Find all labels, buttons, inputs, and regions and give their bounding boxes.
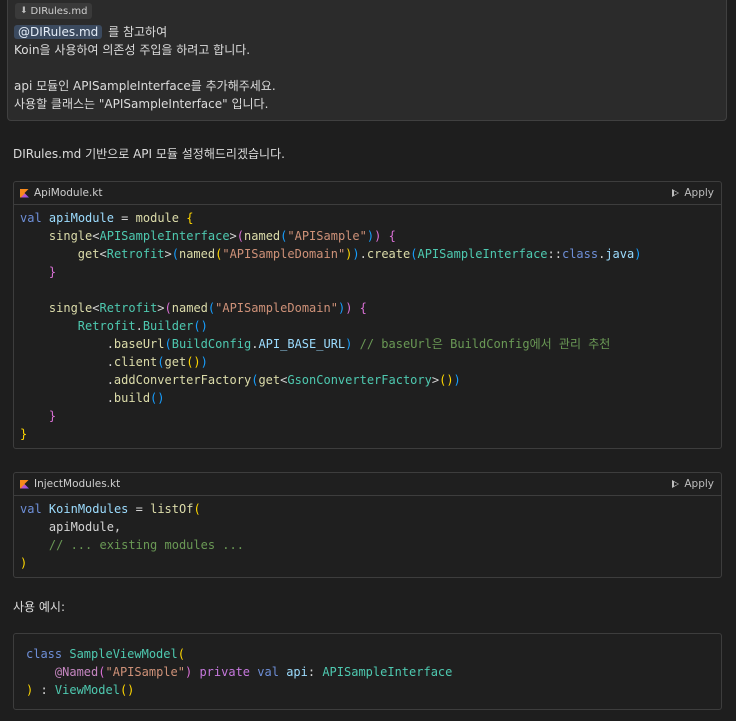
code-line: .build()	[20, 391, 165, 405]
code-line: single<APISampleInterface>(named("APISam…	[48, 229, 396, 243]
code-content: val apiModule = module { single<APISampl…	[14, 205, 721, 443]
code-block-filename: InjectModules.kt	[34, 478, 121, 490]
user-prompt-bubble: ⬇ DIRules.md @DIRules.md 를 참고하여 Koin을 사용…	[7, 0, 727, 121]
code-line: }	[20, 427, 28, 441]
response-intro: DIRules.md 기반으로 API 모듈 설정해드리겠습니다.	[13, 147, 285, 161]
context-file-name: DIRules.md	[30, 5, 88, 17]
code-line: Retrofit.Builder()	[77, 319, 208, 333]
code-content: class SampleViewModel( @Named("APISample…	[14, 634, 721, 699]
code-content: val KoinModules = listOf( apiModule, // …	[14, 496, 721, 572]
apply-button[interactable]: Apply	[672, 182, 714, 204]
code-line: val apiModule = module {	[20, 211, 194, 225]
code-line: )	[20, 556, 28, 570]
context-file-chip[interactable]: ⬇ DIRules.md	[15, 3, 93, 19]
prompt-line-3: api 모듈인 APISampleInterface를 추가해주세요.	[14, 79, 276, 93]
pin-icon: ⬇	[20, 6, 28, 16]
prompt-line-1-suffix: 를 참고하여	[108, 25, 168, 39]
code-line: .baseUrl(BuildConfig.API_BASE_URL) // ba…	[20, 337, 611, 351]
code-block-inject-modules: InjectModules.kt Apply val KoinModules =…	[13, 472, 722, 578]
code-block-filename: ApiModule.kt	[34, 187, 103, 199]
prompt-line-1: @DIRules.md 를 참고하여	[14, 23, 276, 41]
apply-button[interactable]: Apply	[672, 473, 714, 495]
code-line: }	[48, 265, 57, 279]
code-block-api-module: ApiModule.kt Apply val apiModule = modul…	[13, 181, 722, 449]
code-block-header: ApiModule.kt Apply	[14, 182, 721, 205]
usage-label: 사용 예시:	[13, 600, 66, 614]
kotlin-file-icon	[20, 188, 29, 198]
code-line: val KoinModules = listOf(	[20, 502, 201, 516]
play-icon	[672, 189, 680, 197]
code-line: .client(get())	[20, 355, 208, 369]
code-line: }	[48, 409, 57, 423]
apply-label: Apply	[684, 187, 714, 199]
kotlin-file-icon	[20, 479, 29, 489]
code-line: class SampleViewModel(	[26, 647, 185, 661]
prompt-text: @DIRules.md 를 참고하여 Koin을 사용하여 의존성 주입을 하려…	[14, 23, 276, 113]
code-line: single<Retrofit>(named("APISampleDomain"…	[48, 301, 367, 315]
apply-label: Apply	[684, 478, 714, 490]
play-icon	[672, 480, 680, 488]
code-line: get<Retrofit>(named("APISampleDomain")).…	[77, 247, 642, 261]
prompt-blank-line	[14, 59, 276, 77]
file-mention[interactable]: @DIRules.md	[14, 25, 103, 39]
code-line: ) : ViewModel()	[26, 683, 135, 697]
prompt-line-2: Koin을 사용하여 의존성 주입을 하려고 합니다.	[14, 43, 251, 57]
code-block-usage: class SampleViewModel( @Named("APISample…	[13, 633, 722, 710]
code-line: apiModule,	[48, 520, 122, 534]
code-line: @Named("APISample") private val api: API…	[54, 665, 453, 679]
code-block-header: InjectModules.kt Apply	[14, 473, 721, 496]
prompt-line-4: 사용할 클래스는 "APISampleInterface" 입니다.	[14, 97, 269, 111]
code-line: .addConverterFactory(get<GsonConverterFa…	[20, 373, 461, 387]
code-line: // ... existing modules ...	[48, 538, 244, 552]
